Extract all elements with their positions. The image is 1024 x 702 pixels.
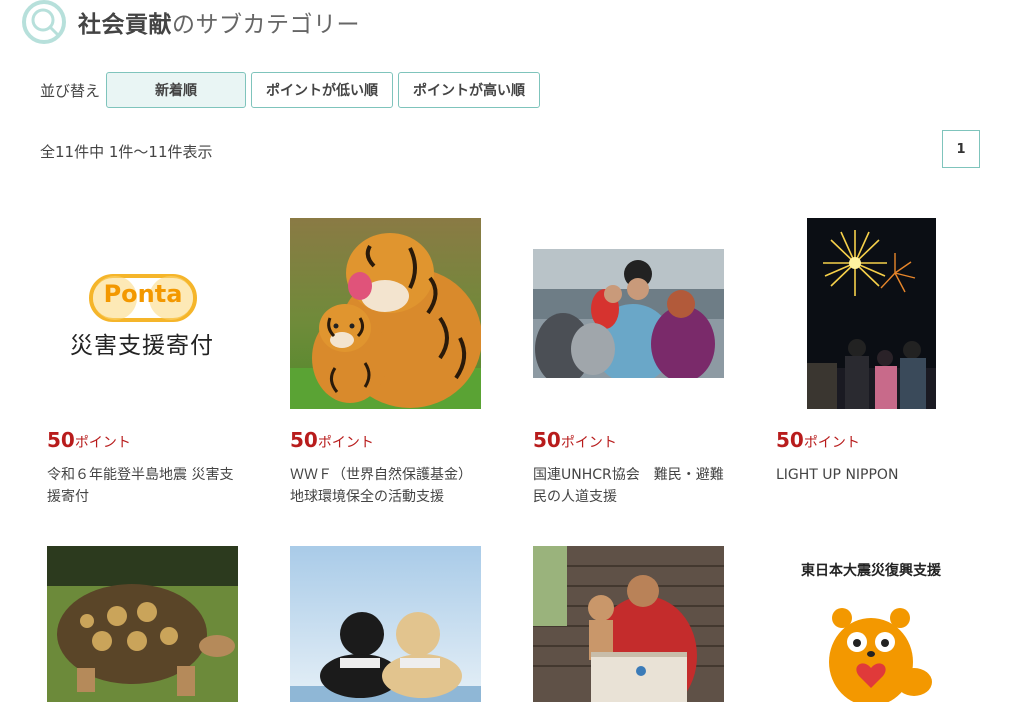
sort-points-high-button[interactable]: ポイントが高い順 [398,72,541,108]
mother-child-photo [533,546,724,702]
page-1-button[interactable]: 1 [942,130,980,168]
ponta-caption: 災害支援寄付 [70,333,214,359]
card-title: LIGHT UP NIPPON [776,467,899,483]
fireworks-photo [807,218,936,409]
page-title-rest: のサブカテゴリー [172,12,360,38]
sort-row: 並び替え 新着順 ポイントが低い順 ポイントが高い順 [40,70,545,110]
points-value: 50ポイント [47,428,131,452]
tohoku-mascot-image: 東日本大震災復興支援 [776,546,967,702]
card-title: 国連UNHCR協会 難民・避難民の人道支援 [533,467,724,505]
points-value: 50ポイント [533,428,617,452]
ponta-donation-image: Ponta 災害支援寄付 [47,218,237,408]
sort-newest-button[interactable]: 新着順 [106,72,247,108]
card-title: 令和６年能登半島地震 災害支援寄付 [47,467,234,505]
result-count: 全11件中 1件〜11件表示 [40,143,213,161]
card-title: ＷＷＦ（世界自然保護基金） 地球環境保全の活動支援 [290,467,472,505]
mascot-icon [829,608,932,702]
sort-points-low-button[interactable]: ポイントが低い順 [251,72,394,108]
page: 社会貢献のサブカテゴリー 並び替え 新着順 ポイントが低い順 ポイントが高い順 … [0,0,1024,702]
tiger-photo [290,218,481,409]
tortoise-photo [47,546,238,702]
sort-label: 並び替え [40,81,101,100]
page-title-row: 社会貢献のサブカテゴリー [22,0,360,44]
points-value: 50ポイント [290,428,374,452]
refugee-photo [533,249,724,378]
search-icon [22,0,66,44]
ponta-logo-text: Ponta [103,280,183,308]
page-title: 社会貢献のサブカテゴリー [78,5,360,39]
tohoku-caption: 東日本大震災復興支援 [801,563,941,579]
page-title-strong: 社会貢献 [78,12,172,38]
points-value: 50ポイント [776,428,860,452]
guide-dogs-photo [290,546,481,702]
